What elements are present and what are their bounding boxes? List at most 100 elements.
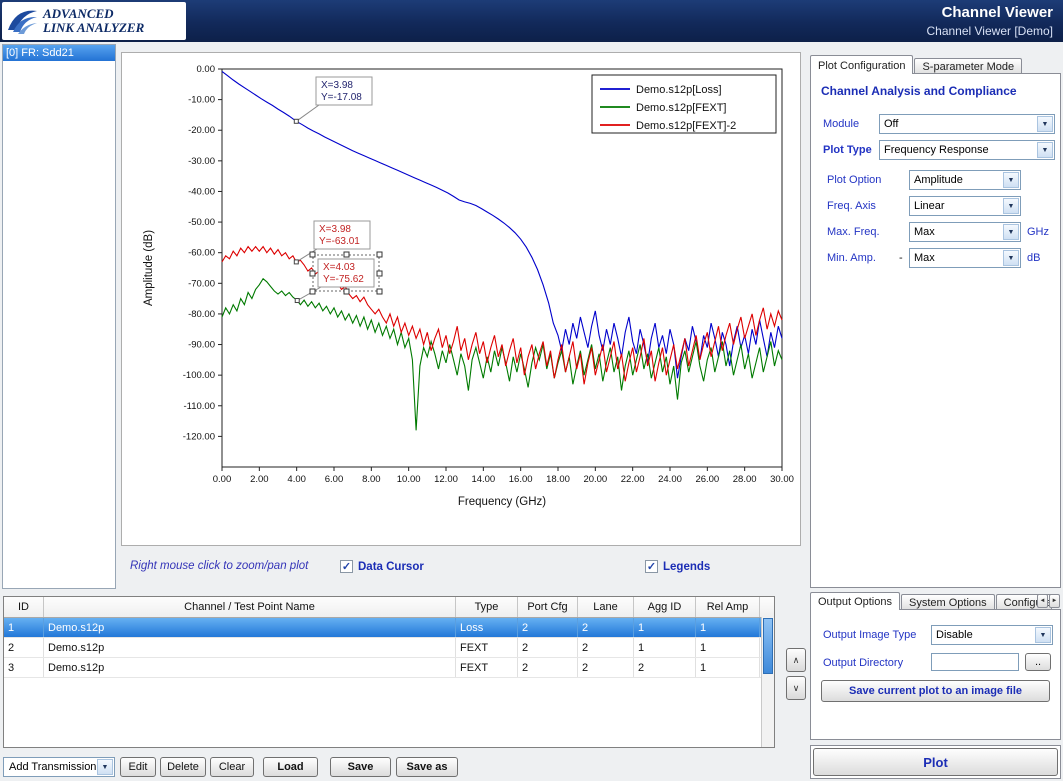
- cell-type: FEXT: [456, 638, 518, 657]
- svg-text:-80.00: -80.00: [188, 309, 215, 320]
- svg-text:-120.00: -120.00: [183, 431, 215, 442]
- save-plot-image-button[interactable]: Save current plot to an image file: [821, 680, 1050, 702]
- column-header-id: ID: [4, 597, 44, 617]
- cell-lane: 2: [578, 638, 634, 657]
- min-amp-dropdown[interactable]: Max ▼: [909, 248, 1021, 268]
- cell-name: Demo.s12p: [44, 658, 456, 677]
- svg-text:-20.00: -20.00: [188, 125, 215, 136]
- cell-relamp: 1: [696, 658, 760, 677]
- max-freq-dropdown[interactable]: Max ▼: [909, 222, 1021, 242]
- save-button[interactable]: Save: [330, 757, 391, 777]
- column-header-relamp: Rel Amp: [696, 597, 760, 617]
- output-directory-input[interactable]: [931, 653, 1019, 671]
- check-icon: ✓: [340, 560, 353, 573]
- output-directory-label: Output Directory: [823, 657, 903, 669]
- chevron-down-icon: ▼: [1003, 250, 1019, 266]
- plot-option-label: Plot Option: [827, 174, 881, 186]
- logo-line2: LINK ANALYZER: [43, 21, 144, 35]
- move-up-button[interactable]: ∧: [786, 648, 806, 672]
- output-image-type-dropdown[interactable]: Disable ▼: [931, 625, 1053, 645]
- tab-system-options[interactable]: System Options: [901, 594, 995, 610]
- plot-option-dropdown[interactable]: Amplitude ▼: [909, 170, 1021, 190]
- check-icon: ✓: [645, 560, 658, 573]
- svg-text:14.00: 14.00: [471, 474, 495, 485]
- window-subtitle: Channel Viewer [Demo]: [926, 24, 1053, 38]
- add-transmission-dropdown[interactable]: Add Transmission ▼: [3, 757, 115, 777]
- cell-id: 3: [4, 658, 44, 677]
- cell-aggid: 1: [634, 618, 696, 637]
- tab-scroll-left-button[interactable]: ◄: [1037, 594, 1048, 608]
- column-header-portcfg: Port Cfg: [518, 597, 578, 617]
- module-label: Module: [823, 118, 859, 130]
- svg-text:Y=-75.62: Y=-75.62: [323, 274, 364, 285]
- logo-wave-icon: [6, 6, 40, 36]
- column-header-lane: Lane: [578, 597, 634, 617]
- svg-text:12.00: 12.00: [434, 474, 458, 485]
- tab-scroll-right-button[interactable]: ►: [1049, 594, 1060, 608]
- svg-text:-60.00: -60.00: [188, 248, 215, 259]
- svg-text:8.00: 8.00: [362, 474, 381, 485]
- tab-output-options[interactable]: Output Options: [810, 592, 900, 610]
- plot-button[interactable]: Plot: [813, 748, 1058, 776]
- svg-text:X=3.98: X=3.98: [321, 80, 353, 91]
- channel-result-list: [0] FR: Sdd21: [2, 44, 116, 589]
- plot-type-dropdown[interactable]: Frequency Response ▼: [879, 140, 1055, 160]
- svg-text:18.00: 18.00: [546, 474, 570, 485]
- max-freq-unit: GHz: [1027, 226, 1049, 238]
- window-title: Channel Viewer: [942, 4, 1053, 21]
- browse-button[interactable]: ..: [1025, 653, 1051, 671]
- svg-text:X=4.03: X=4.03: [323, 262, 355, 273]
- clear-button[interactable]: Clear: [210, 757, 254, 777]
- table-row[interactable]: 2 Demo.s12p FEXT 2 2 1 1: [4, 638, 774, 658]
- svg-text:0.00: 0.00: [197, 64, 216, 75]
- svg-text:10.00: 10.00: [397, 474, 421, 485]
- chevron-down-icon: ▼: [1003, 198, 1019, 214]
- legends-checkbox[interactable]: ✓ Legends: [645, 560, 710, 573]
- table-row[interactable]: 1 Demo.s12p Loss 2 2 1 1: [4, 618, 774, 638]
- chevron-down-icon: ▼: [97, 759, 113, 775]
- max-freq-label: Max. Freq.: [827, 226, 880, 238]
- scrollbar-thumb[interactable]: [763, 618, 773, 674]
- svg-text:-10.00: -10.00: [188, 95, 215, 106]
- selection-handle: [377, 252, 382, 257]
- channel-table: ID Channel / Test Point Name Type Port C…: [3, 596, 775, 748]
- move-down-button[interactable]: ∨: [786, 676, 806, 700]
- selection-handle: [377, 271, 382, 276]
- edit-button[interactable]: Edit: [120, 757, 156, 777]
- output-image-type-value: Disable: [936, 629, 973, 641]
- selection-handle: [344, 289, 349, 294]
- app-header: ADVANCED LINK ANALYZER Channel Viewer Ch…: [0, 0, 1063, 42]
- output-image-type-label: Output Image Type: [823, 629, 916, 641]
- svg-text:4.00: 4.00: [287, 474, 306, 485]
- output-options-panel: Output Image Type Disable ▼ Output Direc…: [810, 609, 1061, 740]
- freq-axis-dropdown[interactable]: Linear ▼: [909, 196, 1021, 216]
- logo-line1: ADVANCED: [43, 7, 144, 21]
- chevron-down-icon: ▼: [1037, 116, 1053, 132]
- table-row[interactable]: 3 Demo.s12p FEXT 2 2 2 1: [4, 658, 774, 678]
- tab-s-parameter-mode[interactable]: S-parameter Mode: [914, 58, 1022, 74]
- chevron-down-icon: ▼: [1003, 172, 1019, 188]
- min-amp-prefix: -: [899, 252, 903, 264]
- x-axis-label: Frequency (GHz): [458, 496, 546, 508]
- list-item-fr-sdd21[interactable]: [0] FR: Sdd21: [3, 45, 115, 61]
- plot-type-value: Frequency Response: [884, 144, 989, 156]
- tab-plot-configuration[interactable]: Plot Configuration: [810, 55, 913, 74]
- load-button[interactable]: Load: [263, 757, 318, 777]
- svg-text:20.00: 20.00: [583, 474, 607, 485]
- cell-name: Demo.s12p: [44, 618, 456, 637]
- frequency-response-plot[interactable]: 0.002.004.006.008.0010.0012.0014.0016.00…: [122, 53, 800, 545]
- svg-text:-50.00: -50.00: [188, 217, 215, 228]
- svg-text:-70.00: -70.00: [188, 278, 215, 289]
- data-cursor-checkbox[interactable]: ✓ Data Cursor: [340, 560, 424, 573]
- checkbox-label: Data Cursor: [358, 561, 424, 573]
- table-scrollbar[interactable]: [761, 617, 774, 747]
- svg-text:30.00: 30.00: [770, 474, 794, 485]
- module-dropdown[interactable]: Off ▼: [879, 114, 1055, 134]
- delete-button[interactable]: Delete: [160, 757, 206, 777]
- chevron-down-icon: ▼: [1003, 224, 1019, 240]
- svg-text:Y=-63.01: Y=-63.01: [319, 236, 360, 247]
- save-as-button[interactable]: Save as: [396, 757, 458, 777]
- plot-legend: Demo.s12p[Loss]Demo.s12p[FEXT]Demo.s12p[…: [592, 75, 776, 133]
- svg-text:16.00: 16.00: [509, 474, 533, 485]
- svg-text:-110.00: -110.00: [183, 401, 215, 412]
